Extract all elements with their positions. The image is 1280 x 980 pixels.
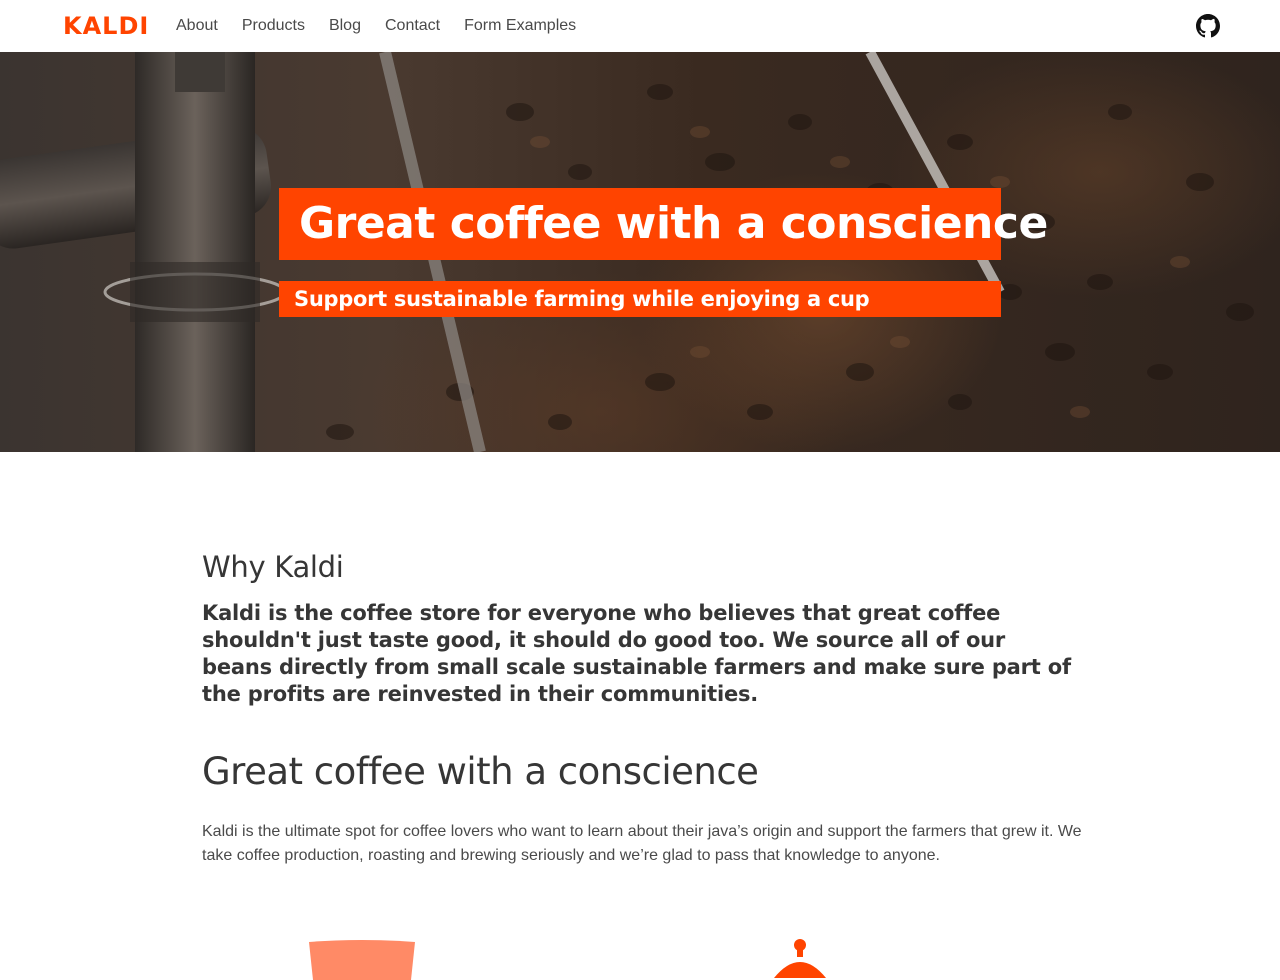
nav-links: About Products Blog Contact Form Example… (176, 16, 576, 36)
section-heading: Great coffee with a conscience (202, 750, 759, 793)
navbar: KALDI About Products Blog Contact Form E… (0, 0, 1280, 52)
nav-link-about[interactable]: About (176, 16, 218, 36)
github-icon-svg (1196, 14, 1220, 38)
github-icon[interactable] (1196, 14, 1220, 38)
nav-link-contact[interactable]: Contact (385, 16, 440, 36)
coffee-bag-icon (309, 940, 415, 980)
nav-link-form-examples[interactable]: Form Examples (464, 16, 576, 36)
hero-title: Great coffee with a conscience (279, 188, 1048, 260)
section-body-text: Kaldi is the ultimate spot for coffee lo… (202, 823, 1082, 864)
coffee-pot-icon (774, 939, 826, 978)
nav-link-products[interactable]: Products (242, 16, 305, 36)
hero-banner: Great coffee with a conscience Support s… (0, 52, 1280, 452)
nav-link-blog[interactable]: Blog (329, 16, 361, 36)
main-content: Why Kaldi Kaldi is the coffee store for … (202, 548, 1082, 868)
hero-subtitle: Support sustainable farming while enjoyi… (279, 281, 1001, 317)
why-kaldi-text: Kaldi is the coffee store for everyone w… (202, 601, 1071, 706)
brand-logo[interactable]: KALDI (63, 13, 149, 39)
why-kaldi-heading: Why Kaldi (202, 550, 344, 584)
